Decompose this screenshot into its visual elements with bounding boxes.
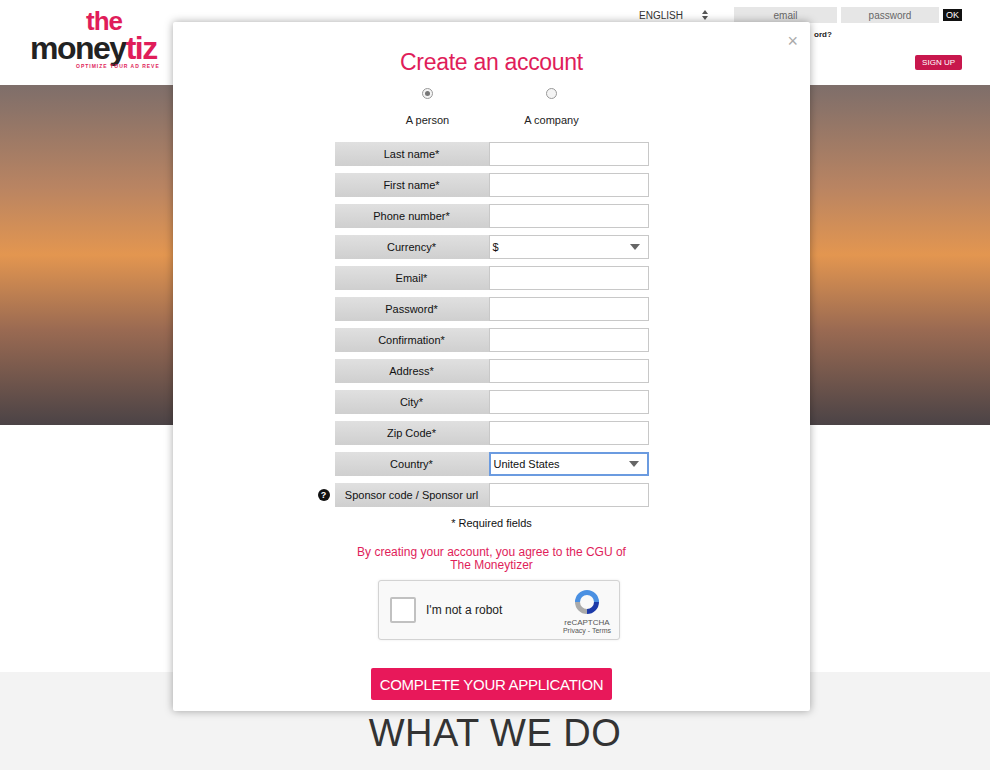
radio-button[interactable] bbox=[546, 88, 557, 99]
text-field[interactable] bbox=[489, 390, 649, 414]
select-field[interactable]: $ bbox=[489, 235, 649, 259]
create-account-modal: × Create an account A person A company L… bbox=[173, 22, 810, 711]
text-field[interactable] bbox=[489, 173, 649, 197]
account-type-option[interactable]: A company bbox=[520, 88, 584, 126]
text-field[interactable] bbox=[489, 359, 649, 383]
recaptcha-widget: I'm not a robot reCAPTCHA Privacy - Term… bbox=[378, 580, 620, 640]
signup-form: Last name* First name* Phone number* Cur… bbox=[335, 142, 649, 507]
form-row: Password* bbox=[335, 297, 649, 321]
field-label: Country* bbox=[335, 452, 489, 476]
sign-up-button[interactable]: SIGN UP bbox=[915, 55, 962, 70]
dropdown-arrow-icon bbox=[629, 461, 639, 467]
login-ok-button[interactable]: OK bbox=[943, 9, 962, 21]
form-row: Email* bbox=[335, 266, 649, 290]
recaptcha-brand: reCAPTCHA Privacy - Terms bbox=[563, 587, 611, 634]
section-heading: WHAT WE DO bbox=[0, 712, 990, 755]
field-label: Password* bbox=[335, 297, 489, 321]
required-note: * Required fields bbox=[451, 517, 532, 529]
text-field[interactable] bbox=[489, 421, 649, 445]
submit-button[interactable]: COMPLETE YOUR APPLICATION bbox=[371, 668, 613, 700]
form-row: ? Sponsor code / Sponsor url bbox=[335, 483, 649, 507]
form-row: Last name* bbox=[335, 142, 649, 166]
form-row: Confirmation* bbox=[335, 328, 649, 352]
language-select[interactable]: ENGLISH bbox=[639, 10, 708, 21]
radio-button[interactable] bbox=[422, 88, 433, 99]
form-row: Address* bbox=[335, 359, 649, 383]
field-label: Sponsor code / Sponsor url bbox=[335, 483, 489, 507]
field-label: Phone number* bbox=[335, 204, 489, 228]
field-label: First name* bbox=[335, 173, 489, 197]
dropdown-arrow-icon bbox=[630, 244, 640, 250]
logo-part: money bbox=[30, 30, 126, 66]
forgot-password-link[interactable]: ord? bbox=[814, 30, 832, 39]
logo[interactable]: the moneytiz OPTIMIZE YOUR AD REVE bbox=[0, 0, 160, 85]
text-field[interactable] bbox=[489, 142, 649, 166]
logo-tagline: OPTIMIZE YOUR AD REVE bbox=[76, 64, 160, 69]
form-row: First name* bbox=[335, 173, 649, 197]
page: the moneytiz OPTIMIZE YOUR AD REVE ENGLI… bbox=[0, 0, 990, 770]
captcha-links[interactable]: Privacy - Terms bbox=[563, 627, 611, 634]
account-type-option[interactable]: A person bbox=[396, 88, 460, 126]
form-row: Country* United States bbox=[335, 452, 649, 476]
captcha-label: I'm not a robot bbox=[426, 603, 563, 617]
text-field[interactable] bbox=[489, 297, 649, 321]
terms-notice[interactable]: By creating your account, you agree to t… bbox=[347, 546, 637, 572]
modal-title: Create an account bbox=[400, 49, 583, 76]
logo-wordmark: moneytiz bbox=[30, 32, 160, 64]
field-label: City* bbox=[335, 390, 489, 414]
help-icon[interactable]: ? bbox=[318, 489, 330, 501]
text-field[interactable] bbox=[489, 204, 649, 228]
field-label: Currency* bbox=[335, 235, 489, 259]
logo-part: tiz bbox=[126, 30, 157, 66]
close-button[interactable]: × bbox=[783, 30, 802, 52]
form-row: Phone number* bbox=[335, 204, 649, 228]
field-label: Zip Code* bbox=[335, 421, 489, 445]
form-row: City* bbox=[335, 390, 649, 414]
login-password-input[interactable] bbox=[841, 7, 939, 23]
field-label: Last name* bbox=[335, 142, 489, 166]
select-arrows-icon bbox=[702, 10, 708, 20]
captcha-checkbox[interactable] bbox=[390, 597, 416, 623]
field-label: Confirmation* bbox=[335, 328, 489, 352]
text-field[interactable] bbox=[489, 266, 649, 290]
form-row: Zip Code* bbox=[335, 421, 649, 445]
account-type-group: A person A company bbox=[396, 88, 588, 126]
text-field[interactable] bbox=[489, 328, 649, 352]
select-field[interactable]: United States bbox=[489, 452, 649, 476]
field-label: Email* bbox=[335, 266, 489, 290]
form-row: Currency* $ bbox=[335, 235, 649, 259]
text-field[interactable] bbox=[489, 483, 649, 507]
login-email-input[interactable] bbox=[734, 7, 837, 23]
field-label: Address* bbox=[335, 359, 489, 383]
radio-dot bbox=[425, 91, 430, 96]
recaptcha-logo-icon bbox=[572, 587, 602, 617]
